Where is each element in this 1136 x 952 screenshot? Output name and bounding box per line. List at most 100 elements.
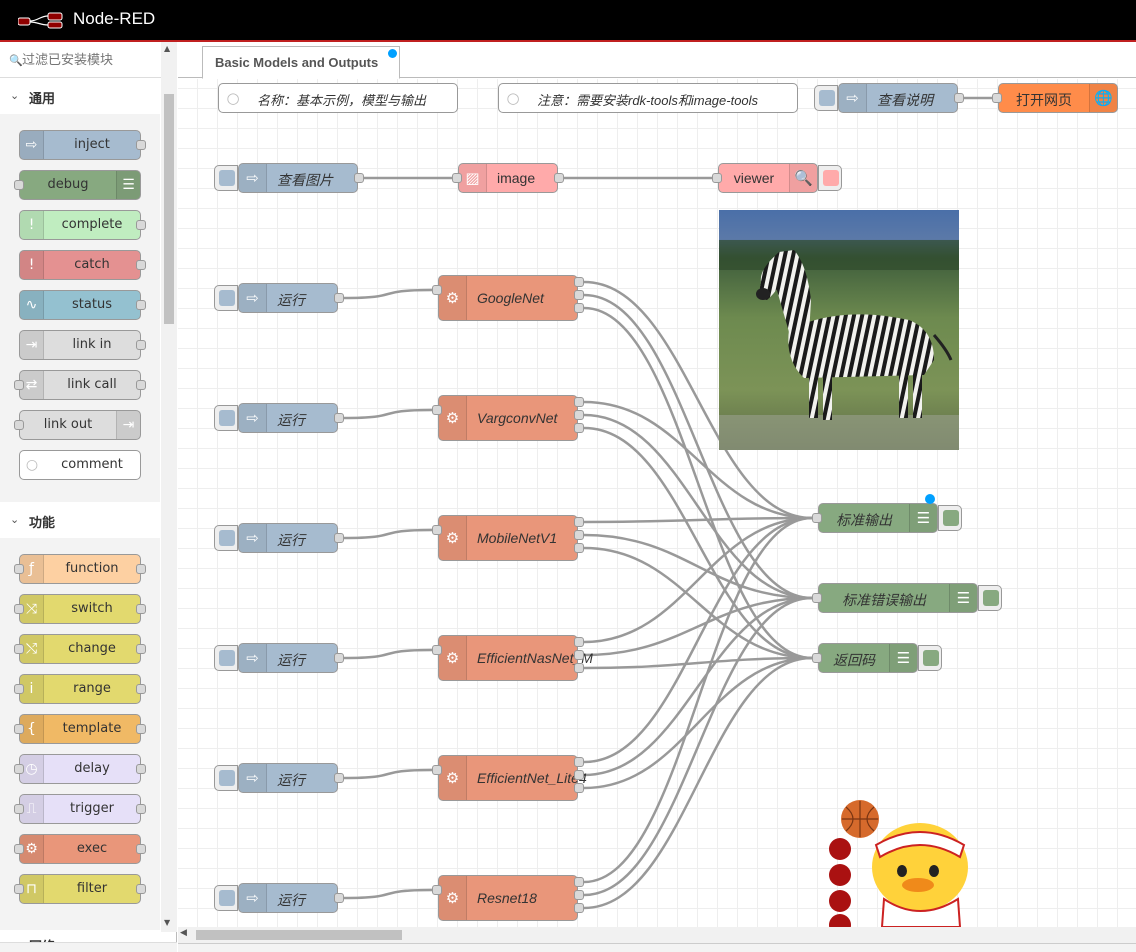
output-port[interactable] [574,303,584,313]
node-exec-model[interactable]: ⚙ EfficientNasNet_M [438,635,593,681]
input-port[interactable] [812,653,822,663]
output-port[interactable] [136,684,146,694]
palette-node-link-call[interactable]: ⇄ link call [14,370,146,400]
inject-trigger-button[interactable] [214,645,238,671]
inject-trigger-button[interactable] [214,765,238,791]
node-debug-stderr[interactable]: ☰ 标准错误输出 [818,583,978,613]
input-port[interactable] [14,604,24,614]
output-port[interactable] [334,653,344,663]
flow-workspace[interactable]: ○ 名称：基本示例，模型与输出 ○ 注意：需要安装rdk-tools和image-to… [178,79,1136,927]
node-exec-model[interactable]: ⚙ GoogleNet [438,275,578,321]
wire[interactable] [583,516,813,884]
output-port[interactable] [334,413,344,423]
scroll-down-icon[interactable]: ▼ [164,918,170,927]
workspace-scroll-thumb[interactable] [196,930,402,940]
node-exec-model[interactable]: ⚙ VargconvNet [438,395,578,441]
wire[interactable] [343,888,433,900]
palette-node-link-in[interactable]: ⇥ link in [19,330,146,360]
inject-trigger-button[interactable] [214,525,238,551]
palette-node-complete[interactable]: ! complete [19,210,146,240]
output-port[interactable] [574,890,584,900]
wire[interactable] [343,648,433,660]
node-info-inject[interactable]: ⇨ 查看说明 [838,83,958,113]
input-port[interactable] [14,844,24,854]
output-port[interactable] [136,804,146,814]
wire[interactable] [343,408,433,420]
output-port[interactable] [136,884,146,894]
node-view-inject[interactable]: ⇨ 查看图片 [238,163,358,193]
output-port[interactable] [136,300,146,310]
node-debug-retcode[interactable]: ☰ 返回码 [818,643,918,673]
input-port[interactable] [14,764,24,774]
inject-trigger-button[interactable] [214,285,238,311]
input-port[interactable] [14,724,24,734]
category-header-function[interactable]: ⌄ 功能 [0,506,160,536]
output-port[interactable] [136,644,146,654]
inject-trigger-button[interactable] [814,85,838,111]
palette-node-catch[interactable]: ! catch [19,250,146,280]
node-run-inject[interactable]: ⇨ 运行 [238,403,338,433]
wire[interactable] [343,528,433,540]
scroll-left-icon[interactable]: ◀ [180,928,187,938]
palette-node-link-out[interactable]: ⇥ link out [14,410,141,440]
input-port[interactable] [14,644,24,654]
input-port[interactable] [14,380,24,390]
output-port[interactable] [136,764,146,774]
palette-node-inject[interactable]: ⇨ inject [19,130,146,160]
output-port[interactable] [954,93,964,103]
output-port[interactable] [334,293,344,303]
debug-toggle-button[interactable] [818,165,842,191]
node-run-inject[interactable]: ⇨ 运行 [238,523,338,553]
node-run-inject[interactable]: ⇨ 运行 [238,883,338,913]
output-port[interactable] [554,173,564,183]
scroll-up-icon[interactable]: ▲ [164,44,170,53]
output-port[interactable] [334,893,344,903]
palette-node-debug[interactable]: ☰ debug [14,170,141,200]
node-exec-model[interactable]: ⚙ EfficientNet_Lite4 [438,755,587,801]
output-port[interactable] [574,663,584,673]
palette-node-filter[interactable]: ⊓ filter [14,874,146,904]
inject-trigger-button[interactable] [214,165,238,191]
output-port[interactable] [136,340,146,350]
output-port[interactable] [574,770,584,780]
category-header-common[interactable]: ⌄ 通用 [0,82,160,112]
debug-toggle-button[interactable] [978,585,1002,611]
output-port[interactable] [136,260,146,270]
input-port[interactable] [812,593,822,603]
output-port[interactable] [136,380,146,390]
palette-node-trigger[interactable]: ⎍ trigger [14,794,146,824]
output-port[interactable] [574,410,584,420]
output-port[interactable] [574,397,584,407]
input-port[interactable] [432,405,442,415]
palette-node-delay[interactable]: ◷ delay [14,754,146,784]
input-port[interactable] [432,645,442,655]
output-port[interactable] [574,637,584,647]
output-port[interactable] [136,564,146,574]
palette-node-change[interactable]: ⤭ change [14,634,146,664]
inject-trigger-button[interactable] [214,405,238,431]
palette-node-comment[interactable]: ○ comment [19,450,141,480]
palette-search-input[interactable] [22,50,167,70]
node-run-inject[interactable]: ⇨ 运行 [238,283,338,313]
palette-scroll-thumb[interactable] [164,94,174,324]
output-port[interactable] [574,903,584,913]
wire[interactable] [343,288,433,300]
node-run-inject[interactable]: ⇨ 运行 [238,763,338,793]
input-port[interactable] [14,684,24,694]
debug-toggle-button[interactable] [918,645,942,671]
output-port[interactable] [574,290,584,300]
input-port[interactable] [452,173,462,183]
node-exec-model[interactable]: ⚙ MobileNetV1 [438,515,578,561]
input-port[interactable] [712,173,722,183]
output-port[interactable] [574,423,584,433]
node-open-web[interactable]: 🌐 打开网页 [998,83,1118,113]
comment-notice[interactable]: ○ 注意：需要安装rdk-tools和image-tools [498,83,798,113]
output-port[interactable] [574,783,584,793]
output-port[interactable] [136,220,146,230]
output-port[interactable] [574,530,584,540]
output-port[interactable] [334,773,344,783]
tab-basic-models[interactable]: Basic Models and Outputs [202,46,400,79]
wire[interactable] [583,516,813,764]
output-port[interactable] [136,140,146,150]
node-run-inject[interactable]: ⇨ 运行 [238,643,338,673]
